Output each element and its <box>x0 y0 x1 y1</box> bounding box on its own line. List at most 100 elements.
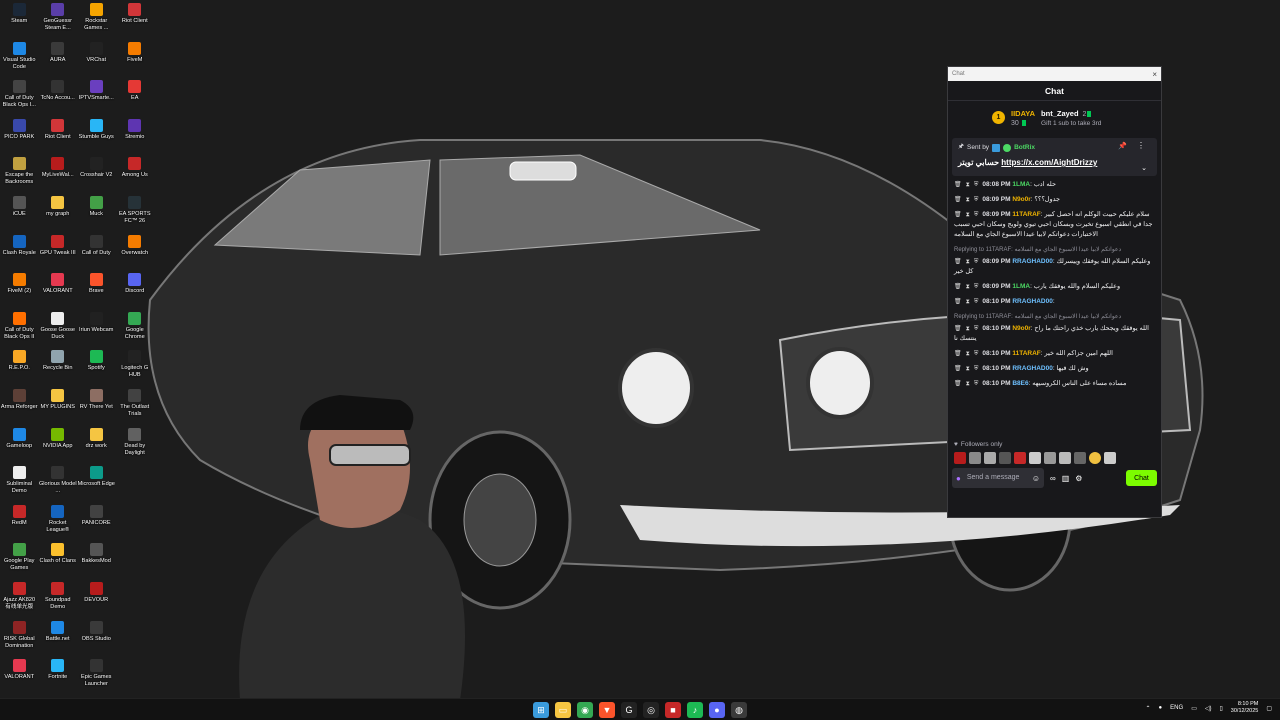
battery-icon[interactable]: ▯ <box>1219 705 1222 712</box>
message-username[interactable]: 1LMA <box>1012 283 1030 290</box>
desktop-shortcut[interactable]: Visual Studio Code <box>0 39 39 78</box>
message-username[interactable]: 1LMA <box>1012 181 1030 188</box>
desktop-shortcut[interactable]: Stremio <box>116 116 155 155</box>
desktop-shortcut[interactable]: Google Play Games <box>0 540 39 579</box>
message-username[interactable]: RRAGHAD00 <box>1012 298 1052 305</box>
notification-icon[interactable]: ▢ <box>1266 705 1272 712</box>
send-chat-button[interactable]: Chat <box>1126 470 1157 486</box>
desktop-shortcut[interactable]: VALORANT <box>39 270 78 309</box>
pinned-message[interactable]: 🖈 Sent by BotRix حسابي تويتر https://x.c… <box>952 138 1157 176</box>
message-username[interactable]: B8E6 <box>1012 380 1028 387</box>
desktop-shortcut[interactable]: EA <box>116 77 155 116</box>
ghub-icon[interactable]: G <box>621 702 637 718</box>
emote-icon[interactable] <box>1014 452 1026 464</box>
chat-message[interactable]: 🗑 ⧗ ⛨ 08:08 PM 1LMA: حله ادب <box>954 180 1155 190</box>
desktop-shortcut[interactable]: Recycle Bin <box>39 347 78 386</box>
pinned-link[interactable]: https://x.com/AightDrizzy <box>1001 158 1097 167</box>
network-icon[interactable]: ▭ <box>1191 705 1197 712</box>
store-icon[interactable]: ▥ <box>1062 474 1070 483</box>
delete-icon[interactable]: 🗑 <box>954 257 962 267</box>
desktop-shortcut[interactable]: Discord <box>116 270 155 309</box>
desktop-shortcut[interactable]: Fortnite <box>39 656 78 695</box>
timeout-icon[interactable]: ⧗ <box>966 349 970 359</box>
emote-icon[interactable] <box>1074 452 1086 464</box>
message-username[interactable]: RRAGHAD00 <box>1012 258 1052 265</box>
desktop-shortcut[interactable]: The Outlast Trials <box>116 386 155 425</box>
gift-sub-cta[interactable]: Gift 1 sub to take 3rd <box>1041 120 1101 127</box>
desktop-shortcut[interactable]: Iriun Webcam <box>77 309 116 348</box>
message-username[interactable]: N9o0r <box>1012 325 1030 332</box>
ban-icon[interactable]: ⛨ <box>974 364 979 374</box>
file-explorer-icon[interactable]: ▭ <box>555 702 571 718</box>
desktop-shortcut[interactable]: DEVOUR <box>77 579 116 618</box>
close-icon[interactable]: × <box>1152 70 1157 79</box>
desktop-shortcut[interactable]: Subliminal Demo <box>0 463 39 502</box>
reply-context[interactable]: Replying to 11TARAF: دعواتكم لابيا عيدا … <box>954 312 1155 322</box>
desktop-shortcut[interactable]: Clash Royale <box>0 232 39 271</box>
delete-icon[interactable]: 🗑 <box>954 364 962 374</box>
ban-icon[interactable]: ⛨ <box>974 324 979 334</box>
desktop-shortcut[interactable]: Arma Reforger <box>0 386 39 425</box>
chevron-down-icon[interactable]: ⌄ <box>1141 164 1147 172</box>
delete-icon[interactable]: 🗑 <box>954 349 962 359</box>
chat-message[interactable]: 🗑 ⧗ ⛨ 08:09 PM 11TARAF: سلام عليكم حبيت الو… <box>954 210 1155 240</box>
desktop-shortcut[interactable]: OBS Studio <box>77 618 116 657</box>
desktop-shortcut[interactable]: Clash of Clans <box>39 540 78 579</box>
desktop-shortcut[interactable]: NVIDIA App <box>39 425 78 464</box>
roblox-icon[interactable]: ■ <box>665 702 681 718</box>
desktop-shortcut[interactable]: Epic Games Launcher <box>77 656 116 695</box>
desktop-shortcut[interactable]: Call of Duty <box>77 232 116 271</box>
chat-message[interactable]: 🗑 ⧗ ⛨ 08:10 PM 11TARAF: اللهم امين جزاكم ال… <box>954 349 1155 359</box>
chat-message[interactable]: Replying to 11TARAF: دعواتكم لابيا عيدا … <box>954 312 1155 344</box>
emote-icon[interactable] <box>1059 452 1071 464</box>
message-username[interactable]: N9o0r <box>1012 196 1030 203</box>
desktop-shortcut[interactable]: RISK Global Domination <box>0 618 39 657</box>
emote-icon[interactable] <box>984 452 996 464</box>
message-username[interactable]: 11TARAF <box>1012 350 1040 357</box>
desktop-shortcut[interactable]: drz work <box>77 425 116 464</box>
desktop-shortcut[interactable]: Crosshair V2 <box>77 154 116 193</box>
emote-icon[interactable] <box>1044 452 1056 464</box>
obs-icon[interactable]: ◍ <box>731 702 747 718</box>
delete-icon[interactable]: 🗑 <box>954 195 962 205</box>
desktop-shortcut[interactable]: Riot Client <box>116 0 155 39</box>
microphone-icon[interactable]: ● <box>956 474 961 483</box>
language-indicator[interactable]: ENG <box>1170 705 1183 711</box>
ban-icon[interactable]: ⛨ <box>974 210 979 220</box>
desktop-shortcut[interactable]: EA SPORTS FC™ 26 <box>116 193 155 232</box>
desktop-shortcut[interactable]: VRChat <box>77 39 116 78</box>
desktop-shortcut[interactable]: Call of Duty Black Ops II <box>0 309 39 348</box>
desktop-shortcut[interactable]: RedM <box>0 502 39 541</box>
chrome-icon[interactable]: ◉ <box>577 702 593 718</box>
delete-icon[interactable]: 🗑 <box>954 297 962 307</box>
chat-titlebar[interactable]: Chat × <box>948 67 1161 81</box>
timeout-icon[interactable]: ⧗ <box>966 379 970 389</box>
chat-message[interactable]: 🗑 ⧗ ⛨ 08:10 PM B8E6: مساده مساء على الناس ا… <box>954 379 1155 389</box>
volume-icon[interactable]: ◁) <box>1205 705 1212 712</box>
chat-message-input[interactable]: ● Send a message ☺ <box>952 468 1044 488</box>
desktop-shortcut[interactable]: Glorious Model ... <box>39 463 78 502</box>
delete-icon[interactable]: 🗑 <box>954 282 962 292</box>
gear-icon[interactable]: ⚙ <box>1075 474 1082 483</box>
delete-icon[interactable]: 🗑 <box>954 180 962 190</box>
emote-icon[interactable] <box>999 452 1011 464</box>
desktop-shortcut[interactable]: GeoGuessr Steam E... <box>39 0 78 39</box>
desktop-shortcut[interactable]: FiveM <box>116 39 155 78</box>
timeout-icon[interactable]: ⧗ <box>966 257 970 267</box>
unpin-icon[interactable]: 📌 <box>1118 142 1127 150</box>
ban-icon[interactable]: ⛨ <box>974 379 979 389</box>
desktop-shortcut[interactable]: Battle.net <box>39 618 78 657</box>
pinned-bot-name[interactable]: BotRix <box>1014 144 1035 151</box>
chat-message[interactable]: 🗑 ⧗ ⛨ 08:10 PM RRAGHAD00: <box>954 297 1155 307</box>
crosshair-icon[interactable]: ◎ <box>643 702 659 718</box>
ban-icon[interactable]: ⛨ <box>974 257 979 267</box>
desktop-shortcut[interactable]: Goose Goose Duck <box>39 309 78 348</box>
chat-message[interactable]: Replying to 11TARAF: دعواتكم لابيا عيدا … <box>954 245 1155 277</box>
desktop-shortcut[interactable]: VALORANT <box>0 656 39 695</box>
message-username[interactable]: 11TARAF <box>1012 211 1040 218</box>
message-username[interactable]: RRAGHAD00 <box>1012 365 1052 372</box>
timeout-icon[interactable]: ⧗ <box>966 210 970 220</box>
delete-icon[interactable]: 🗑 <box>954 210 962 220</box>
discord-icon[interactable]: ● <box>709 702 725 718</box>
ban-icon[interactable]: ⛨ <box>974 297 979 307</box>
